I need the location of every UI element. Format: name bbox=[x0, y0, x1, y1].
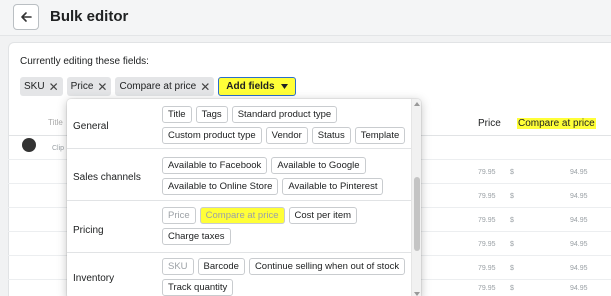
row-title: Clip bbox=[52, 145, 65, 152]
option-continue-selling[interactable]: Continue selling when out of stock bbox=[248, 258, 406, 275]
column-price: Price bbox=[478, 118, 501, 129]
option-available-to-online-store[interactable]: Available to Online Store bbox=[162, 178, 279, 195]
row-price: 79.95 bbox=[478, 241, 496, 248]
column-compare-at-price: Compare at price bbox=[517, 118, 596, 129]
caret-down-icon bbox=[280, 84, 288, 89]
row-price: 79.95 bbox=[478, 265, 496, 272]
scroll-down-icon[interactable] bbox=[414, 292, 420, 296]
field-chips: SKU ✕ Price ✕ Compare at price ✕ Add fie… bbox=[20, 77, 296, 96]
chip-compare-at-price: Compare at price ✕ bbox=[115, 77, 215, 96]
option-custom-product-type[interactable]: Custom product type bbox=[162, 127, 262, 144]
row-currency: $ bbox=[510, 169, 514, 176]
option-available-to-facebook[interactable]: Available to Facebook bbox=[162, 157, 268, 174]
option-template[interactable]: Template bbox=[354, 127, 406, 144]
row-compare: 94.95 bbox=[570, 265, 588, 272]
section-label: Inventory bbox=[73, 273, 115, 284]
option-standard-product-type[interactable]: Standard product type bbox=[231, 106, 338, 123]
section-label: General bbox=[73, 121, 109, 132]
arrow-left-icon bbox=[21, 12, 32, 22]
section-general: General Title Tags Standard product type… bbox=[67, 99, 411, 149]
scroll-thumb[interactable] bbox=[414, 177, 420, 251]
editing-fields-label: Currently editing these fields: bbox=[20, 56, 149, 67]
option-title[interactable]: Title bbox=[162, 106, 192, 123]
top-bar: Bulk editor bbox=[0, 0, 611, 36]
row-currency: $ bbox=[510, 265, 514, 272]
row-currency: $ bbox=[510, 241, 514, 248]
column-title: Title bbox=[48, 118, 63, 127]
option-available-to-google[interactable]: Available to Google bbox=[271, 157, 366, 174]
inventory-options: SKU Barcode Continue selling when out of… bbox=[162, 258, 407, 296]
option-compare-at-price: Compare at price bbox=[199, 207, 285, 224]
add-fields-dropdown: General Title Tags Standard product type… bbox=[67, 99, 421, 296]
row-price: 79.95 bbox=[478, 217, 496, 224]
chip-label: Compare at price bbox=[119, 81, 197, 92]
option-track-quantity[interactable]: Track quantity bbox=[162, 279, 234, 296]
page-title: Bulk editor bbox=[50, 8, 129, 25]
chip-sku: SKU ✕ bbox=[20, 77, 63, 96]
option-vendor[interactable]: Vendor bbox=[265, 127, 308, 144]
dropdown-scrollbar[interactable] bbox=[411, 99, 421, 296]
section-sales-channels: Sales channels Available to Facebook Ava… bbox=[67, 149, 411, 201]
option-cost-per-item[interactable]: Cost per item bbox=[288, 207, 358, 224]
row-currency: $ bbox=[510, 193, 514, 200]
row-compare: 94.95 bbox=[570, 241, 588, 248]
option-available-to-pinterest[interactable]: Available to Pinterest bbox=[282, 178, 384, 195]
section-inventory: Inventory SKU Barcode Continue selling w… bbox=[67, 253, 411, 296]
row-price: 79.95 bbox=[478, 169, 496, 176]
back-button[interactable] bbox=[13, 4, 39, 30]
option-sku: SKU bbox=[162, 258, 194, 275]
add-fields-button[interactable]: Add fields bbox=[218, 77, 296, 96]
chip-price: Price ✕ bbox=[66, 77, 112, 96]
option-price: Price bbox=[162, 207, 196, 224]
row-compare: 94.95 bbox=[570, 217, 588, 224]
row-currency: $ bbox=[510, 217, 514, 224]
section-label: Sales channels bbox=[73, 172, 141, 183]
row-compare: 94.95 bbox=[570, 169, 588, 176]
section-label: Pricing bbox=[73, 225, 104, 236]
sales-channel-options: Available to Facebook Available to Googl… bbox=[162, 157, 407, 195]
section-pricing: Pricing Price Compare at price Cost per … bbox=[67, 201, 411, 253]
option-status[interactable]: Status bbox=[311, 127, 351, 144]
add-fields-label: Add fields bbox=[226, 81, 275, 92]
row-compare: 94.95 bbox=[570, 285, 588, 292]
option-barcode[interactable]: Barcode bbox=[197, 258, 245, 275]
general-options: Title Tags Standard product type Custom … bbox=[162, 106, 407, 144]
row-currency: $ bbox=[510, 285, 514, 292]
close-icon[interactable]: ✕ bbox=[200, 81, 210, 93]
row-price: 79.95 bbox=[478, 285, 496, 292]
chip-label: Price bbox=[70, 81, 94, 92]
option-charge-taxes[interactable]: Charge taxes bbox=[162, 228, 231, 245]
chip-label: SKU bbox=[24, 81, 45, 92]
close-icon[interactable]: ✕ bbox=[97, 81, 107, 93]
option-tags[interactable]: Tags bbox=[195, 106, 228, 123]
scroll-up-icon[interactable] bbox=[414, 102, 420, 106]
row-compare: 94.95 bbox=[570, 193, 588, 200]
row-price: 79.95 bbox=[478, 193, 496, 200]
close-icon[interactable]: ✕ bbox=[49, 81, 59, 93]
pricing-options: Price Compare at price Cost per item Cha… bbox=[162, 207, 407, 245]
